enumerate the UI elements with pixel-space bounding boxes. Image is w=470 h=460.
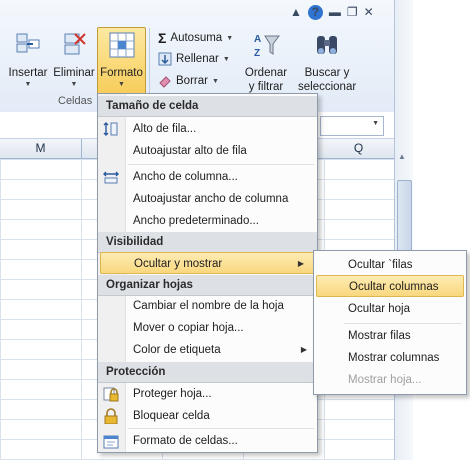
help-icon[interactable]: ? xyxy=(307,4,323,20)
column-header-q[interactable]: Q xyxy=(324,139,393,158)
find-select-label-1: Buscar y xyxy=(304,67,350,79)
autosum-button[interactable]: Σ Autosuma ▼ xyxy=(158,30,233,46)
lock-cell-item[interactable]: Bloquear celda xyxy=(98,405,317,427)
chevron-down-icon: ▼ xyxy=(222,55,230,63)
menu-separator xyxy=(344,323,462,324)
tab-color-item[interactable]: Color de etiqueta ▶ xyxy=(98,339,317,361)
delete-cells-icon xyxy=(64,33,86,55)
format-cells-label: Formato de celdas... xyxy=(133,435,238,447)
scroll-up-icon[interactable]: ▲ xyxy=(398,152,406,161)
unhide-sheet-item: Mostrar hoja... xyxy=(348,374,422,386)
sort-filter-label-2: y filtrar xyxy=(248,81,284,93)
row-height-icon xyxy=(103,122,118,136)
autofit-row-height-label: Autoajustar alto de fila xyxy=(133,145,247,157)
unhide-rows-item[interactable]: Mostrar filas xyxy=(314,325,466,347)
section-visibility: Visibilidad xyxy=(98,232,317,253)
fill-label: Rellenar xyxy=(176,53,219,65)
binoculars-icon xyxy=(317,36,337,54)
format-label: Formato xyxy=(100,67,143,79)
format-cells-item[interactable]: Formato de celdas... xyxy=(98,430,317,452)
row-height-label: Alto de fila... xyxy=(133,123,197,135)
protect-sheet-item[interactable]: Proteger hoja... xyxy=(98,383,317,405)
collapse-ribbon-icon[interactable]: ▲ xyxy=(290,5,302,19)
chevron-down-icon: ▼ xyxy=(211,77,219,85)
autofit-column-width-label: Autoajustar ancho de columna xyxy=(133,193,289,205)
format-menu: Tamaño de celda Alto de fila... Autoajus… xyxy=(97,93,318,453)
window-controls: ▲ ? ▬ ❐ ✕ xyxy=(290,2,374,22)
hide-unhide-item[interactable]: Ocultar y mostrar ▶ xyxy=(100,252,315,274)
column-width-label: Ancho de columna... xyxy=(133,171,238,183)
menu-separator xyxy=(128,428,314,429)
chevron-down-icon: ▼ xyxy=(118,81,125,88)
rename-sheet-label: Cambiar el nombre de la hoja xyxy=(133,300,284,312)
fill-down-icon xyxy=(158,52,172,66)
column-width-item[interactable]: Ancho de columna... xyxy=(98,166,317,188)
delete-label: Eliminar xyxy=(53,67,95,79)
menu-separator xyxy=(128,164,314,165)
lock-icon xyxy=(104,408,118,424)
default-width-item[interactable]: Ancho predeterminado... xyxy=(98,210,317,232)
hide-columns-item[interactable]: Ocultar columnas xyxy=(316,275,464,297)
format-cells-dialog-icon xyxy=(103,435,119,449)
fill-button[interactable]: Rellenar ▼ xyxy=(158,52,230,66)
chevron-down-icon: ▼ xyxy=(226,34,234,42)
delete-button[interactable]: Eliminar ▼ xyxy=(52,30,96,90)
close-icon[interactable]: ✕ xyxy=(364,5,374,19)
sort-filter-button[interactable]: A Z Ordenar y filtrar xyxy=(240,30,292,94)
section-protection: Protección xyxy=(98,362,317,383)
insert-label: Insertar xyxy=(8,67,48,79)
svg-text:A: A xyxy=(254,34,261,45)
move-copy-sheet-item[interactable]: Mover o copiar hoja... xyxy=(98,317,317,339)
find-select-label-2: seleccionar xyxy=(298,81,357,93)
lock-cell-label: Bloquear celda xyxy=(133,410,210,422)
autosum-label: Autosuma xyxy=(170,32,223,44)
format-cells-icon xyxy=(109,32,134,58)
minimize-icon[interactable]: ▬ xyxy=(329,5,341,19)
column-header-m[interactable]: M xyxy=(0,139,82,158)
lock-sheet-icon xyxy=(103,387,119,402)
chevron-down-icon: ▼ xyxy=(70,81,78,88)
chevron-down-icon: ▼ xyxy=(372,120,379,127)
eraser-icon xyxy=(159,76,171,88)
restore-icon[interactable]: ❐ xyxy=(347,5,358,19)
move-copy-sheet-label: Mover o copiar hoja... xyxy=(133,322,244,334)
formula-expand-box[interactable]: ▼ xyxy=(320,116,384,136)
hide-rows-item[interactable]: Ocultar `filas xyxy=(314,254,466,276)
svg-text:Z: Z xyxy=(254,48,260,59)
format-button-content[interactable]: Formato ▼ xyxy=(97,30,146,90)
sort-filter-label-1: Ordenar xyxy=(244,67,288,79)
default-width-label: Ancho predeterminado... xyxy=(133,215,259,227)
hide-unhide-label: Ocultar y mostrar xyxy=(134,258,223,270)
section-organize-sheets: Organizar hojas xyxy=(98,275,317,296)
section-cell-size: Tamaño de celda xyxy=(98,96,317,117)
insert-button[interactable]: Insertar ▼ xyxy=(4,30,52,90)
tab-color-label: Color de etiqueta xyxy=(133,344,221,356)
unhide-columns-item[interactable]: Mostrar columnas xyxy=(314,347,466,369)
autofit-row-height-item[interactable]: Autoajustar alto de fila xyxy=(98,140,317,162)
find-select-button[interactable]: Buscar y seleccionar xyxy=(298,30,356,94)
hide-sheet-item[interactable]: Ocultar hoja xyxy=(314,298,466,320)
submenu-arrow-icon: ▶ xyxy=(300,345,307,354)
column-width-icon xyxy=(103,171,119,184)
autofit-column-width-item[interactable]: Autoajustar ancho de columna xyxy=(98,188,317,210)
rename-sheet-item[interactable]: Cambiar el nombre de la hoja xyxy=(98,295,317,317)
sigma-icon: Σ xyxy=(158,30,167,46)
clear-button[interactable]: Borrar ▼ xyxy=(158,74,219,88)
hide-unhide-submenu: Ocultar `filas Ocultar columnas Ocultar … xyxy=(313,250,467,395)
chevron-down-icon: ▼ xyxy=(24,81,32,88)
insert-cells-icon xyxy=(16,33,40,53)
submenu-arrow-icon: ▶ xyxy=(297,259,304,268)
cells-group-label: Celdas xyxy=(58,95,93,107)
row-height-item[interactable]: Alto de fila... xyxy=(98,118,317,140)
clear-label: Borrar xyxy=(176,75,208,87)
sort-filter-icon: A Z xyxy=(254,34,280,59)
protect-sheet-label: Proteger hoja... xyxy=(133,388,212,400)
